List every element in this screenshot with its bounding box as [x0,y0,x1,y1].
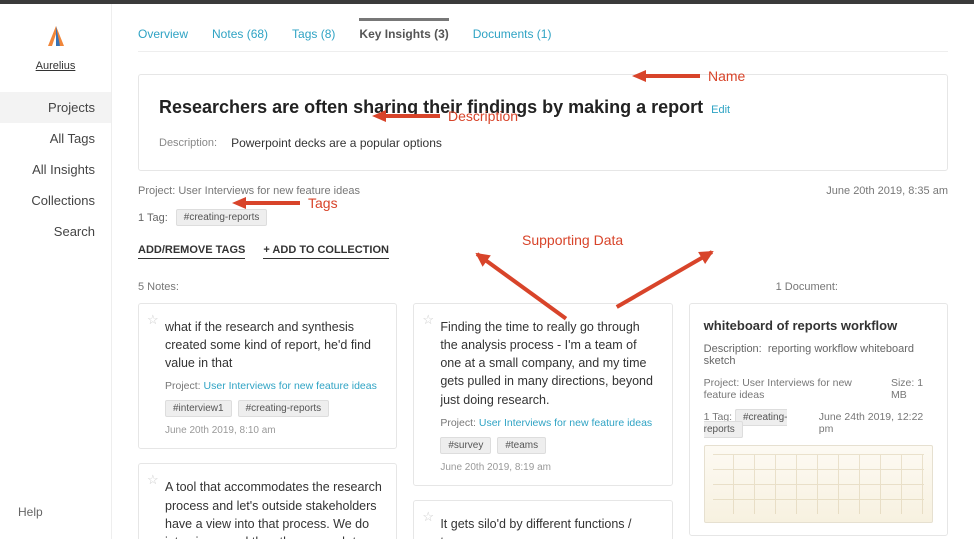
nav-all-insights[interactable]: All Insights [0,154,111,185]
tab-key-insights[interactable]: Key Insights (3) [359,18,448,51]
add-remove-tags-button[interactable]: ADD/REMOVE TAGS [138,244,245,259]
note-card[interactable]: ☆ what if the research and synthesis cre… [138,303,397,449]
note-text: A tool that accommodates the research pr… [165,478,382,539]
tag-chip[interactable]: #survey [440,437,491,454]
tag-chip[interactable]: #creating-reports [238,400,330,417]
note-project: Project: User Interviews for new feature… [440,417,657,429]
project-tabs: Overview Notes (68) Tags (8) Key Insight… [138,18,948,52]
star-icon[interactable]: ☆ [422,509,434,525]
note-timestamp: June 20th 2019, 8:19 am [440,462,657,473]
note-text: what if the research and synthesis creat… [165,318,382,372]
nav-collections[interactable]: Collections [0,185,111,216]
document-thumbnail[interactable] [704,445,933,523]
star-icon[interactable]: ☆ [422,312,434,328]
nav-projects[interactable]: Projects [0,92,111,123]
document-timestamp: June 24th 2019, 12:22 pm [819,411,933,435]
tab-tags[interactable]: Tags (8) [292,18,335,51]
supporting-data-columns: ☆ what if the research and synthesis cre… [138,303,948,539]
insight-timestamp: June 20th 2019, 8:35 am [826,185,948,197]
edit-link[interactable]: Edit [711,104,730,116]
note-card[interactable]: ☆ A tool that accommodates the research … [138,463,397,539]
note-text: It gets silo'd by different functions / … [440,515,657,539]
tab-documents[interactable]: Documents (1) [473,18,552,51]
insight-tags-row: 1 Tag: #creating-reports [138,209,948,226]
insight-title: Researchers are often sharing their find… [159,97,703,118]
tab-notes[interactable]: Notes (68) [212,18,268,51]
project-meta: Project: User Interviews for new feature… [138,185,360,197]
tag-count-label: 1 Tag: [138,212,168,224]
document-title: whiteboard of reports workflow [704,318,933,333]
note-text: Finding the time to really go through th… [440,318,657,409]
document-card[interactable]: whiteboard of reports workflow Descripti… [689,303,948,536]
notes-count: 5 Notes: [138,281,179,293]
note-card[interactable]: ☆ Finding the time to really go through … [413,303,672,486]
brand-name[interactable]: Aurelius [36,60,76,72]
documents-count: 1 Document: [776,281,838,293]
add-to-collection-button[interactable]: + ADD TO COLLECTION [263,244,389,259]
app-logo-icon [46,24,66,48]
sidebar: Aurelius Projects All Tags All Insights … [0,4,112,539]
help-link[interactable]: Help [0,505,43,519]
description-label: Description: [159,137,217,149]
nav-search[interactable]: Search [0,216,111,247]
tag-chip[interactable]: #teams [497,437,546,454]
insight-description: Powerpoint decks are a popular options [231,136,442,150]
star-icon[interactable]: ☆ [147,312,159,328]
tag-chip[interactable]: #interview1 [165,400,232,417]
note-timestamp: June 20th 2019, 8:10 am [165,425,382,436]
insight-header-card: Researchers are often sharing their find… [138,74,948,171]
tab-overview[interactable]: Overview [138,18,188,51]
note-card[interactable]: ☆ It gets silo'd by different functions … [413,500,672,539]
primary-nav: Projects All Tags All Insights Collectio… [0,92,111,247]
tag-chip[interactable]: #creating-reports [176,209,268,226]
note-project: Project: User Interviews for new feature… [165,380,382,392]
star-icon[interactable]: ☆ [147,472,159,488]
nav-all-tags[interactable]: All Tags [0,123,111,154]
main-content: Overview Notes (68) Tags (8) Key Insight… [112,4,974,539]
